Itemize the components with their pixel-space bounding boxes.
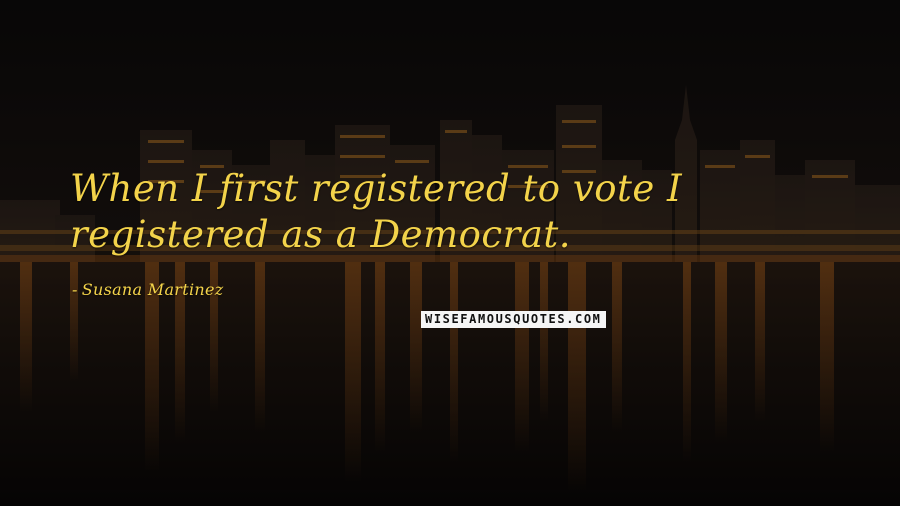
watermark-text: WISEFAMOUSQUOTES.COM <box>425 312 602 326</box>
author-dash: - <box>72 280 78 299</box>
author-name: Susana Martinez <box>81 280 224 299</box>
quote-author: - Susana Martinez <box>72 280 223 299</box>
quote-card: When I first registered to vote I regist… <box>0 0 900 506</box>
site-watermark: WISEFAMOUSQUOTES.COM <box>421 311 606 328</box>
quote-text: When I first registered to vote I regist… <box>70 167 683 256</box>
